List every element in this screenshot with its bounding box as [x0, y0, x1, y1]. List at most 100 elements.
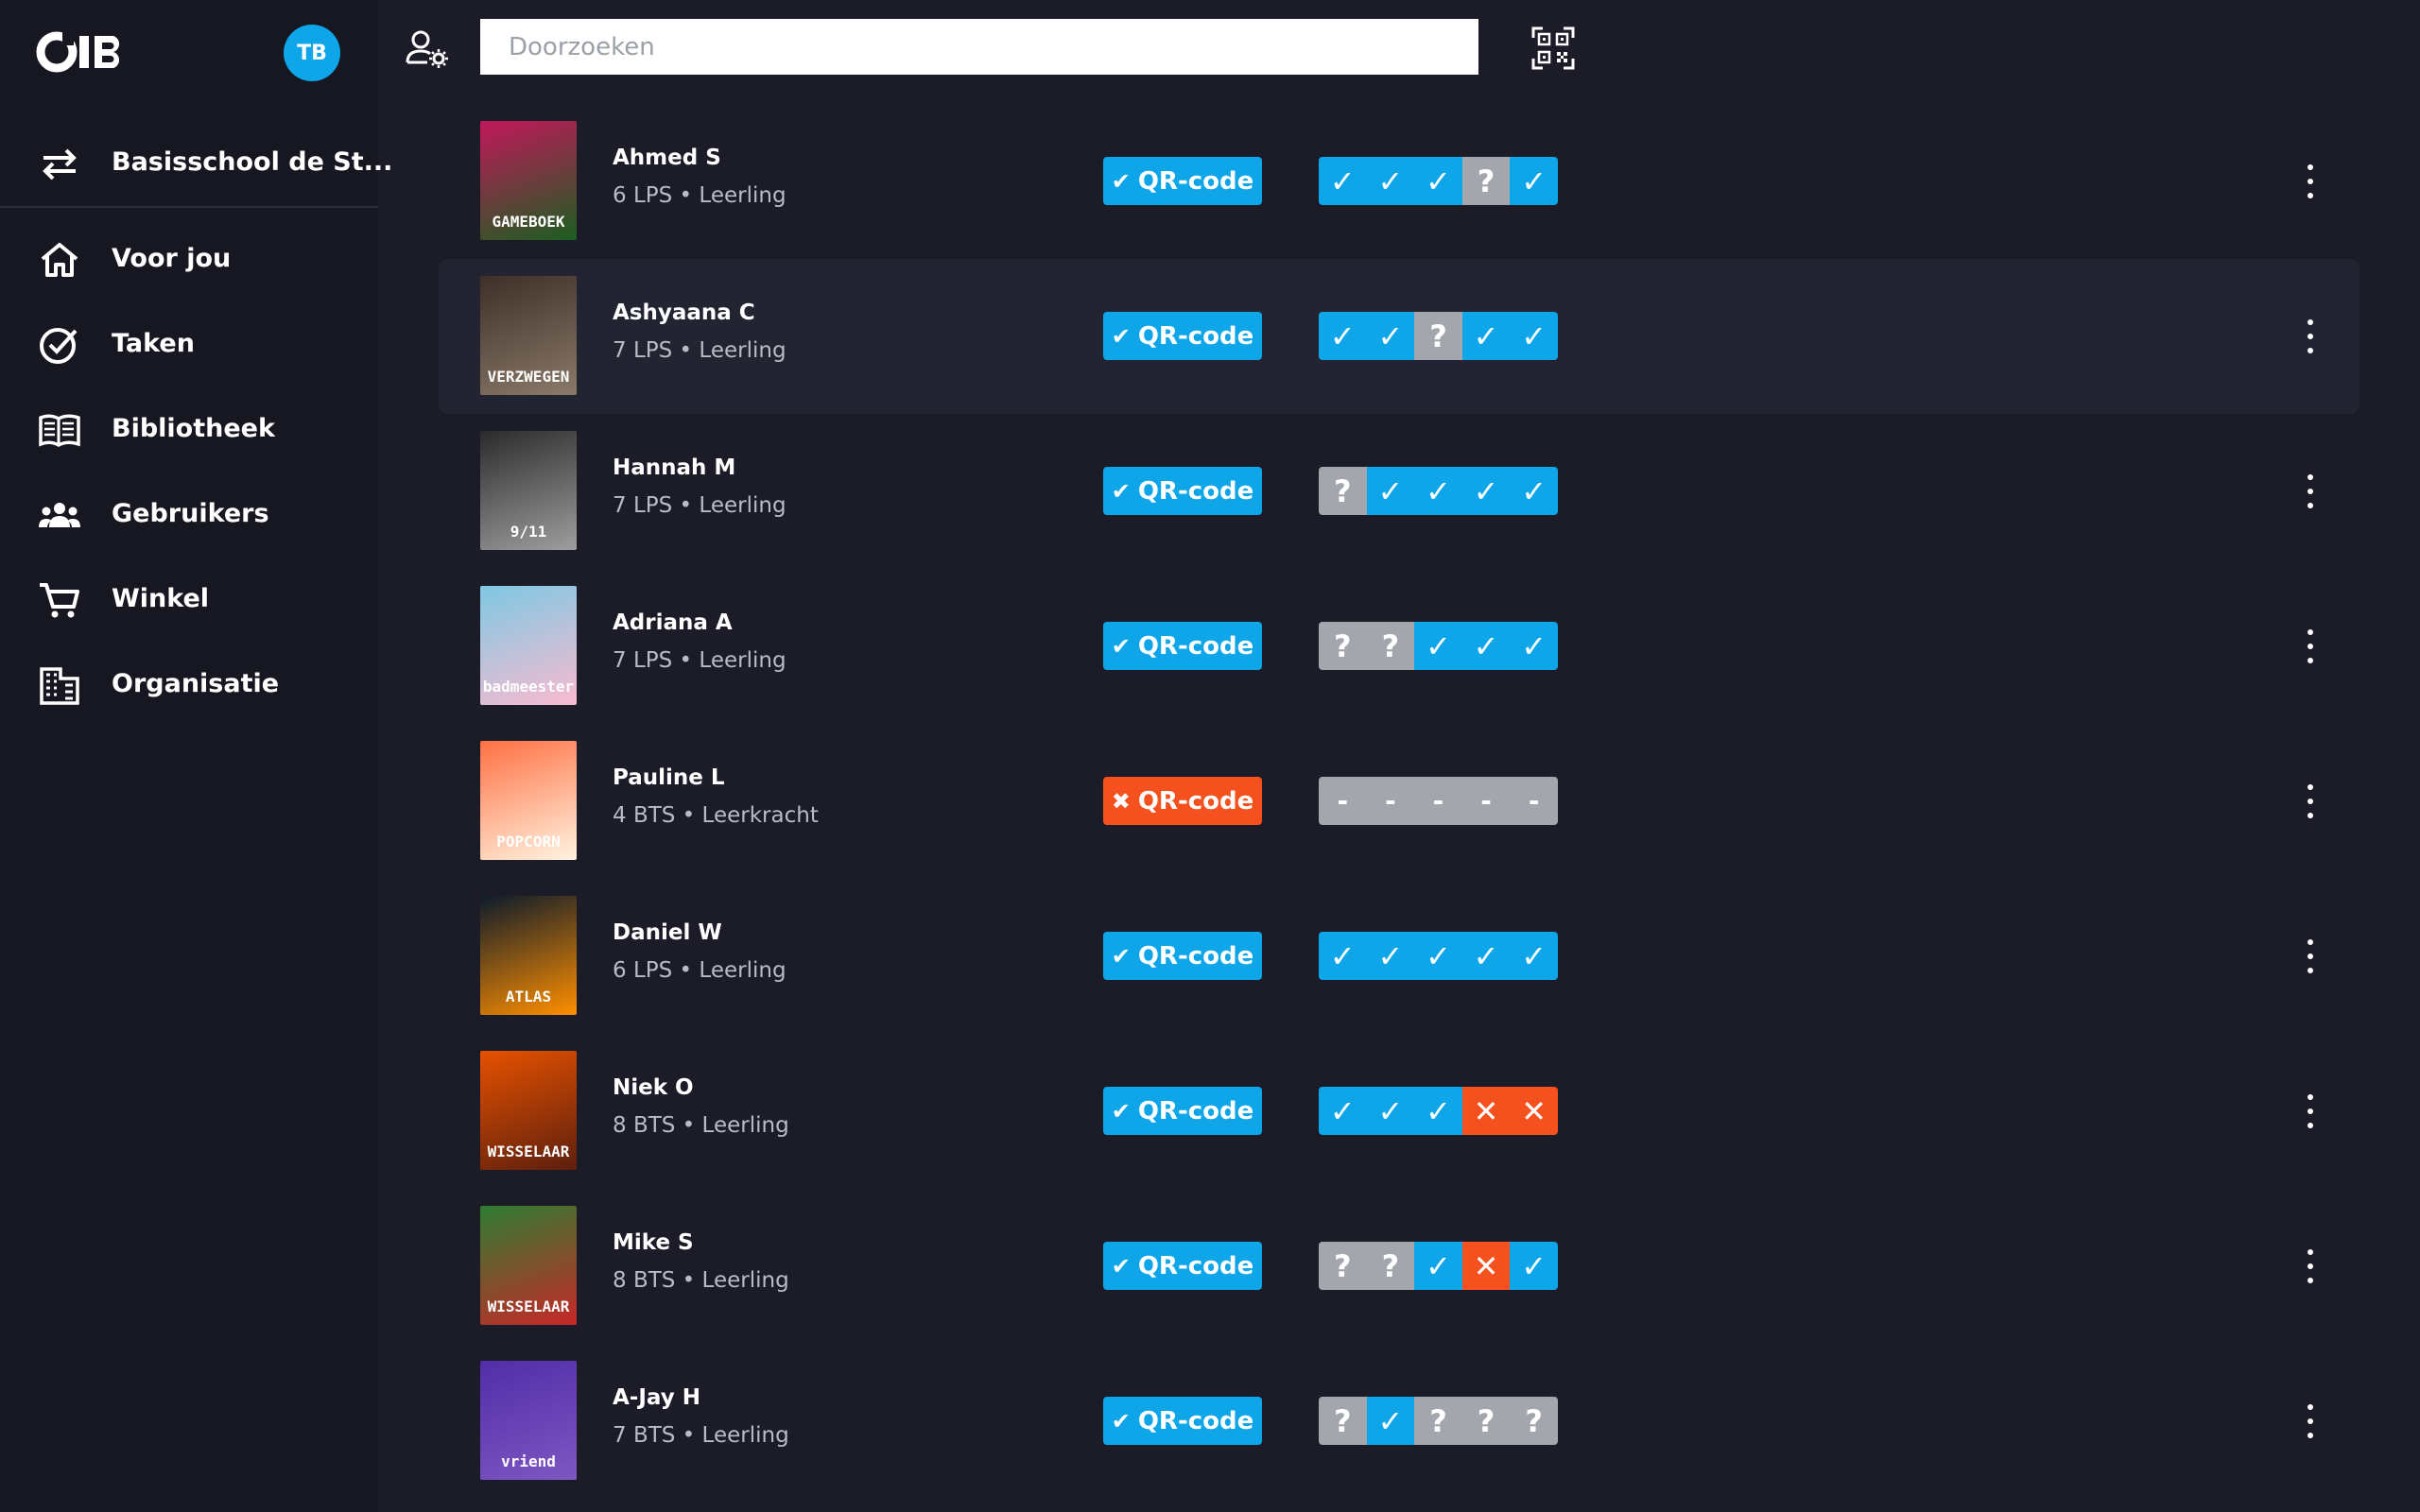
book-cover-image[interactable]: WISSELAAR [480, 1051, 577, 1170]
user-row[interactable]: WISSELAAR Mike S 8 BTS • Leerling ✔ QR-code?… [439, 1189, 2360, 1344]
user-row[interactable]: GAMEBOEK Ahmed S 6 LPS • Leerling ✔ QR-code ✓… [439, 104, 2360, 259]
book-cover-image[interactable]: VERZWEGEN [480, 276, 577, 395]
qr-code-label: QR-code [1137, 941, 1254, 971]
more-options-icon[interactable] [2299, 1399, 2322, 1444]
qr-code-badge[interactable]: ✔ QR-code [1103, 1087, 1262, 1135]
user-meta: 6 LPS • Leerling [613, 958, 786, 983]
status-cross-icon: ✕ [1510, 1087, 1558, 1135]
user-meta: 8 BTS • Leerling [613, 1268, 789, 1293]
status-check-icon: ✓ [1366, 312, 1415, 360]
checkmark-icon: ✔ [1111, 632, 1131, 660]
qr-code-badge[interactable]: ✔ QR-code [1103, 1242, 1262, 1290]
qr-code-label: QR-code [1137, 1251, 1254, 1280]
user-name[interactable]: A-Jay H [613, 1385, 700, 1410]
qr-code-badge[interactable]: ✔ QR-code [1103, 622, 1262, 670]
status-strip: ?? ✓ ✕ ✓ [1319, 1242, 1558, 1290]
oib-logo[interactable] [36, 28, 134, 76]
book-cover-image[interactable]: badmeester [480, 586, 577, 705]
more-options-icon[interactable] [2299, 469, 2322, 514]
nav-item-organisatie[interactable]: Organisatie [0, 643, 378, 728]
status-question-icon: ? [1366, 622, 1415, 670]
book-cover-image[interactable]: 9/11 [480, 431, 577, 550]
nav-item-bibliotheek[interactable]: Bibliotheek [0, 387, 378, 472]
cart-icon [40, 583, 79, 618]
book-cover-image[interactable]: ATLAS [480, 896, 577, 1015]
book-cover-image[interactable]: GAMEBOEK [480, 121, 577, 240]
status-question-icon: ? [1461, 157, 1511, 205]
more-options-icon[interactable] [2299, 1244, 2322, 1289]
nav-item-gebruikers[interactable]: Gebruikers [0, 472, 378, 558]
qr-code-badge[interactable]: ✔ QR-code [1103, 932, 1262, 980]
status-check-icon: ✓ [1366, 1397, 1415, 1445]
status-check-icon: ✓ [1510, 622, 1558, 670]
more-options-icon[interactable] [2299, 934, 2322, 979]
book-cover-image[interactable]: POPCORN [480, 741, 577, 860]
user-name[interactable]: Adriana A [613, 610, 733, 635]
qr-code-badge[interactable]: ✔ QR-code [1103, 157, 1262, 205]
user-row[interactable]: ATLAS Daniel W6 LPS • Leerling ✔ QR-code ✓ ✓ ✓… [439, 879, 2360, 1034]
nav-label: Gebruikers [112, 499, 269, 528]
user-row[interactable]: badmeester Adriana A 7 LPS • Leerling ✔ QR-c… [439, 569, 2360, 724]
user-name[interactable]: Ahmed S [613, 146, 721, 170]
checkmark-icon: ✔ [1111, 167, 1131, 195]
user-meta: 7 BTS • Leerling [613, 1423, 789, 1448]
book-cover-image[interactable]: WISSELAAR [480, 1206, 577, 1325]
user-name[interactable]: Ashyaana C [613, 301, 755, 325]
status-question-icon: ? [1414, 1397, 1462, 1445]
user-avatar[interactable]: TB [284, 25, 340, 81]
book-cover-image[interactable]: vriend [480, 1361, 577, 1480]
user-name[interactable]: Hannah M [613, 455, 735, 480]
book-cover-title: ATLAS [505, 988, 552, 1005]
status-check-icon: ✓ [1319, 157, 1367, 205]
more-options-icon[interactable] [2299, 624, 2322, 669]
user-name[interactable]: Mike S [613, 1230, 694, 1255]
book-cover-title: WISSELAAR [487, 1143, 570, 1160]
qr-code-label: QR-code [1137, 166, 1254, 196]
status-dash-icon: - [1510, 777, 1558, 825]
user-row[interactable]: vriend A-Jay H7 BTS • Leerling ✔ QR-code? ✓?… [439, 1344, 2360, 1499]
user-name[interactable]: Pauline L [613, 765, 725, 790]
more-options-icon[interactable] [2299, 779, 2322, 824]
more-options-icon[interactable] [2299, 314, 2322, 359]
user-name[interactable]: Daniel W [613, 920, 722, 945]
qr-code-badge[interactable]: ✖ QR-code [1103, 777, 1262, 825]
qr-code-badge[interactable]: ✔ QR-code [1103, 312, 1262, 360]
status-question-icon: ? [1414, 312, 1462, 360]
book-cover-title: badmeester [482, 678, 575, 696]
school-switcher[interactable]: Basisschool de St... [0, 123, 392, 208]
user-row[interactable]: WISSELAAR Niek O 8 BTS • Leerling ✔ QR-code ✓… [439, 1034, 2360, 1189]
nav-item-taken[interactable]: Taken [0, 302, 378, 387]
home-icon [41, 243, 78, 277]
user-meta: 7 LPS • Leerling [613, 338, 786, 363]
user-meta: 8 BTS • Leerling [613, 1113, 789, 1138]
qr-code-badge[interactable]: ✔ QR-code [1103, 1397, 1262, 1445]
nav-item-winkel[interactable]: Winkel [0, 558, 378, 643]
status-question-icon: ? [1461, 1397, 1511, 1445]
main-nav: Voor jou Taken Bibliotheek Gebruikers Wi… [0, 217, 378, 728]
more-options-icon[interactable] [2299, 159, 2322, 204]
search-input[interactable] [480, 19, 1478, 75]
status-check-icon: ✓ [1414, 1242, 1462, 1290]
qr-code-label: QR-code [1137, 786, 1254, 816]
status-check-icon: ✓ [1461, 467, 1511, 515]
nav-item-voor-jou[interactable]: Voor jou [0, 217, 378, 302]
more-options-icon[interactable] [2299, 1089, 2322, 1134]
user-row[interactable]: 9/11 Hannah M7 LPS • Leerling ✔ QR-code? ✓ ✓ ✓… [439, 414, 2360, 569]
book-cover-title: vriend [501, 1452, 556, 1470]
status-check-icon: ✓ [1510, 157, 1558, 205]
status-check-icon: ✓ [1414, 622, 1462, 670]
user-settings-icon[interactable] [405, 26, 450, 72]
status-question-icon: ? [1319, 1397, 1367, 1445]
status-dash-icon: - [1414, 777, 1462, 825]
qr-code-badge[interactable]: ✔ QR-code [1103, 467, 1262, 515]
status-check-icon: ✓ [1414, 1087, 1462, 1135]
status-check-icon: ✓ [1461, 932, 1511, 980]
qr-code-label: QR-code [1137, 1096, 1254, 1125]
nav-label: Winkel [112, 584, 210, 613]
user-row[interactable]: VERZWEGEN Ashyaana C 7 LPS • Leerling ✔ QR-c… [439, 259, 2360, 414]
status-check-icon: ✓ [1366, 1087, 1415, 1135]
qr-scan-icon[interactable] [1531, 26, 1575, 70]
status-cross-icon: ✕ [1461, 1087, 1511, 1135]
user-name[interactable]: Niek O [613, 1075, 694, 1100]
user-row[interactable]: POPCORN Pauline L 4 BTS • Leerkracht ✖ QR-co… [439, 724, 2360, 879]
